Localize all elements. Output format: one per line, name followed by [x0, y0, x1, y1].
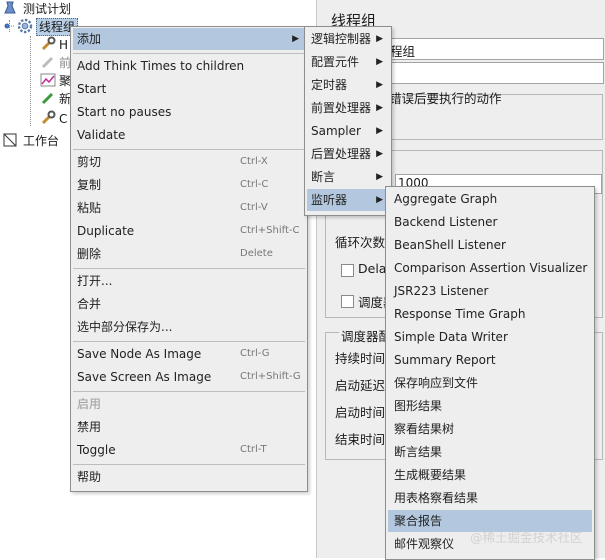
add-submenu: 逻辑控制器 ▶ 配置元件 ▶ 定时器 ▶ 前置处理器 ▶ Sampler ▶ 后置处理器 ▶…: [304, 26, 392, 216]
scheduler-checkbox[interactable]: [341, 295, 354, 308]
menu-item-add-think-times[interactable]: Add Think Times to children: [73, 55, 305, 77]
menu-item-post-processor[interactable]: 后置处理器 ▶: [307, 143, 389, 165]
menu-item-summary-report[interactable]: Summary Report: [388, 349, 592, 371]
name-input[interactable]: 程组: [387, 38, 604, 60]
watermark: @稀土掘金技术社区: [470, 530, 583, 545]
menu-separator: [73, 268, 305, 269]
menu-item-merge[interactable]: 合并: [73, 293, 305, 315]
menu-item-jsr223-listener[interactable]: JSR223 Listener: [388, 280, 592, 302]
menu-item-disable[interactable]: 禁用: [73, 416, 305, 438]
tree-node-child-4[interactable]: 新: [40, 90, 71, 108]
menu-item-cut[interactable]: 剪切 Ctrl-X: [73, 151, 305, 173]
tree-node-child-2[interactable]: 前: [40, 54, 71, 72]
menu-item-timer[interactable]: 定时器 ▶: [307, 74, 389, 96]
menu-item-graph-results[interactable]: 图形结果: [388, 395, 592, 417]
loop-count-label: 循环次数: [335, 235, 386, 250]
menu-item-save-node-image[interactable]: Save Node As Image Ctrl-G: [73, 343, 305, 365]
context-menu: 添加 ▶ Add Think Times to children Start St…: [70, 26, 308, 492]
menu-item-validate[interactable]: Validate: [73, 124, 305, 146]
listener-submenu: Aggregate Graph Backend Listener BeanShe…: [385, 186, 595, 560]
menu-item-save-screen-image[interactable]: Save Screen As Image Ctrl+Shift-G: [73, 366, 305, 388]
pencil-icon: [40, 54, 56, 70]
menu-item-generate-summary-results[interactable]: 生成概要结果: [388, 464, 592, 486]
menu-item-assertion-results[interactable]: 断言结果: [388, 441, 592, 463]
tree-node-thread-group[interactable]: 线程组: [2, 18, 79, 36]
menu-item-delete[interactable]: 删除 Delete: [73, 243, 305, 265]
menu-item-aggregate-graph[interactable]: Aggregate Graph: [388, 188, 592, 210]
submenu-arrow-icon: ▶: [376, 103, 383, 113]
error-action-label: 错误后要执行的动作: [389, 91, 502, 106]
menu-item-duplicate[interactable]: Duplicate Ctrl+Shift-C: [73, 220, 305, 242]
wrench-icon: [40, 110, 56, 126]
end-time-label: 结束时间: [335, 432, 386, 447]
menu-item-pre-processor[interactable]: 前置处理器 ▶: [307, 97, 389, 119]
menu-item-simple-data-writer[interactable]: Simple Data Writer: [388, 326, 592, 348]
menu-separator: [73, 53, 305, 54]
menu-item-start-no-pauses[interactable]: Start no pauses: [73, 101, 305, 123]
menu-item-start[interactable]: Start: [73, 78, 305, 100]
menu-item-assertion[interactable]: 断言 ▶: [307, 166, 389, 188]
menu-separator: [73, 464, 305, 465]
menu-separator: [73, 341, 305, 342]
menu-item-response-time-graph[interactable]: Response Time Graph: [388, 303, 592, 325]
submenu-arrow-icon: ▶: [376, 126, 383, 136]
menu-item-beanshell-listener[interactable]: BeanShell Listener: [388, 234, 592, 256]
menu-separator: [73, 149, 305, 150]
tree-node-child-3[interactable]: 聚: [40, 72, 71, 90]
menu-item-sampler[interactable]: Sampler ▶: [307, 120, 389, 142]
tree-node-child-1[interactable]: H: [40, 36, 68, 54]
menu-item-paste[interactable]: 粘贴 Ctrl-V: [73, 197, 305, 219]
delay-checkbox[interactable]: [341, 264, 354, 277]
test-plan-icon: [2, 0, 18, 16]
workbench-icon: [2, 132, 18, 148]
tree-node-workbench[interactable]: 工作台: [2, 132, 61, 150]
submenu-arrow-icon: ▶: [376, 195, 383, 205]
submenu-arrow-icon: ▶: [376, 172, 383, 182]
submenu-arrow-icon: ▶: [292, 34, 299, 44]
graph-icon: [40, 72, 56, 88]
menu-item-view-results-in-table[interactable]: 用表格察看结果: [388, 487, 592, 509]
menu-item-copy[interactable]: 复制 Ctrl-C: [73, 174, 305, 196]
submenu-arrow-icon: ▶: [376, 80, 383, 90]
menu-item-save-responses-to-file[interactable]: 保存响应到文件: [388, 372, 592, 394]
tree-connector: [30, 36, 31, 126]
tree-node-test-plan[interactable]: 测试计划: [2, 0, 73, 18]
menu-item-view-results-tree[interactable]: 察看结果树: [388, 418, 592, 440]
menu-item-toggle[interactable]: Toggle Ctrl-T: [73, 439, 305, 461]
menu-item-save-selection-as[interactable]: 选中部分保存为...: [73, 316, 305, 338]
duration-label: 持续时间: [335, 351, 386, 366]
menu-separator: [73, 391, 305, 392]
submenu-arrow-icon: ▶: [376, 57, 383, 67]
tree-node-child-5[interactable]: C: [40, 110, 67, 128]
menu-item-listener[interactable]: 监听器 ▶: [307, 189, 389, 211]
expand-handle-icon[interactable]: [2, 18, 14, 34]
menu-item-comparison-assertion-visualizer[interactable]: Comparison Assertion Visualizer: [388, 257, 592, 279]
comment-input[interactable]: [387, 62, 604, 84]
menu-item-backend-listener[interactable]: Backend Listener: [388, 211, 592, 233]
menu-item-logic-controller[interactable]: 逻辑控制器 ▶: [307, 28, 389, 50]
menu-item-add[interactable]: 添加 ▶: [73, 28, 305, 50]
menu-item-open[interactable]: 打开...: [73, 270, 305, 292]
wrench-icon: [40, 36, 56, 52]
submenu-arrow-icon: ▶: [376, 149, 383, 159]
gear-icon: [17, 18, 33, 34]
startup-delay-label: 启动延迟: [335, 378, 386, 393]
menu-item-config-element[interactable]: 配置元件 ▶: [307, 51, 389, 73]
pencil-icon: [40, 90, 56, 106]
menu-item-help[interactable]: 帮助: [73, 466, 305, 488]
start-time-label: 启动时间: [335, 405, 386, 420]
submenu-arrow-icon: ▶: [376, 34, 383, 44]
menu-item-enable: 启用: [77, 397, 102, 411]
